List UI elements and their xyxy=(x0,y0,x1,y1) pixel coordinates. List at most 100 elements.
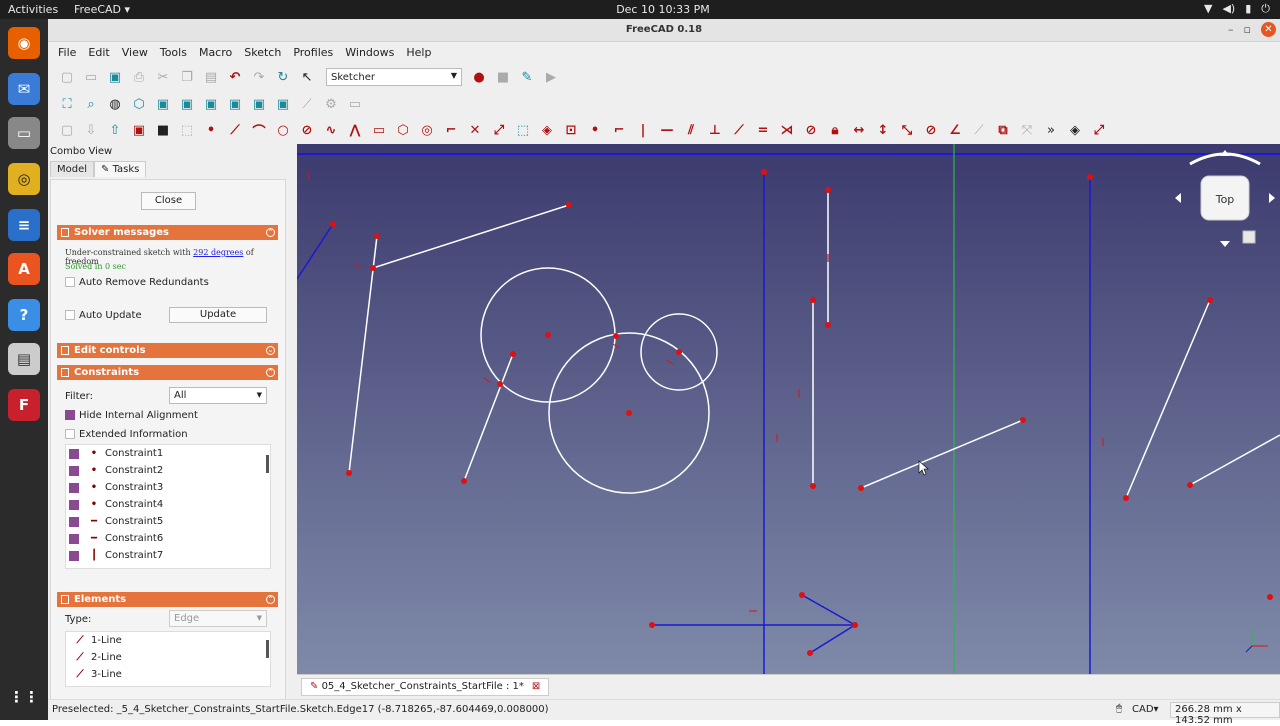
constraint-checkbox[interactable] xyxy=(69,533,79,544)
map-sketch-icon[interactable]: ■ xyxy=(152,119,174,141)
whats-this-icon[interactable]: ↖ xyxy=(296,66,318,88)
constrain-distance-icon[interactable]: ⤡ xyxy=(896,119,918,141)
extend-icon[interactable]: ⤢ xyxy=(488,119,510,141)
constraint-checkbox[interactable] xyxy=(69,465,79,476)
element-row[interactable]: ⟋ 1-Line xyxy=(66,632,270,649)
constraint-row[interactable]: ━ Constraint6 xyxy=(66,530,270,547)
constraint-row[interactable]: • Constraint1 xyxy=(66,445,270,462)
writer-icon[interactable]: ≡ xyxy=(8,209,40,241)
create-line-icon[interactable]: ⟋ xyxy=(224,119,246,141)
print-icon[interactable]: ⎙ xyxy=(128,66,150,88)
cut-icon[interactable]: ✂ xyxy=(152,66,174,88)
sketch-line[interactable] xyxy=(463,353,514,482)
fit-selection-icon[interactable]: ⌕ xyxy=(80,93,102,115)
create-slot-icon[interactable]: ◎ xyxy=(416,119,438,141)
menu-view[interactable]: View xyxy=(116,42,154,63)
constrain-lock-icon[interactable]: 🔒︎ xyxy=(824,119,846,141)
top-view-icon[interactable]: ▣ xyxy=(176,93,198,115)
create-circle-icon[interactable]: ○ xyxy=(272,119,294,141)
constrain-parallel-icon[interactable]: ⫽ xyxy=(680,119,702,141)
construction-line[interactable] xyxy=(801,594,856,626)
tab-model[interactable]: Model xyxy=(50,161,95,177)
refresh-icon[interactable]: ↻ xyxy=(272,66,294,88)
measure-icon[interactable]: ⟋ xyxy=(296,93,318,115)
text-editor-icon[interactable]: ▤ xyxy=(8,343,40,375)
front-view-icon[interactable]: ▣ xyxy=(152,93,174,115)
constrain-horizontal-distance-icon[interactable]: ↔ xyxy=(848,119,870,141)
show-apps-icon[interactable]: ⋮⋮ xyxy=(8,681,40,713)
fit-all-icon[interactable]: ⛶ xyxy=(56,93,78,115)
create-conic-icon[interactable]: ⊘ xyxy=(296,119,318,141)
arrow-down-icon[interactable] xyxy=(1220,241,1230,247)
rhythmbox-icon[interactable]: ◎ xyxy=(8,163,40,195)
thunderbird-icon[interactable]: ✉ xyxy=(8,73,40,105)
paste-icon[interactable]: ▤ xyxy=(200,66,222,88)
more-tools-icon[interactable]: » xyxy=(1040,119,1062,141)
solver-messages-header[interactable]: Solver messages ⌃ xyxy=(57,225,278,240)
close-button[interactable]: Close xyxy=(141,192,196,210)
carbon-copy-icon[interactable]: ◈ xyxy=(536,119,558,141)
collapse-icon[interactable]: ⌃ xyxy=(266,595,275,604)
element-row[interactable]: ⟋ 2-Line xyxy=(66,649,270,666)
part-icon[interactable]: ⚙ xyxy=(320,93,342,115)
auto-remove-checkbox[interactable]: Auto Remove Redundants xyxy=(65,277,209,288)
minimize-icon[interactable]: – xyxy=(1228,23,1234,36)
new-sketch-icon[interactable]: ▢ xyxy=(56,119,78,141)
elements-header[interactable]: Elements ⌃ xyxy=(57,592,278,607)
scrollbar[interactable] xyxy=(266,640,269,658)
hide-internal-checkbox[interactable]: Hide Internal Alignment xyxy=(65,410,198,421)
constrain-angle-icon[interactable]: ∠ xyxy=(944,119,966,141)
sketch-line[interactable] xyxy=(860,419,1024,489)
3d-viewport[interactable]: Top xyxy=(297,144,1280,674)
left-view-icon[interactable]: ▣ xyxy=(272,93,294,115)
constraint-row[interactable]: • Constraint3 xyxy=(66,479,270,496)
constrain-horizontal-icon[interactable]: — xyxy=(656,119,678,141)
view-sketch-icon[interactable]: ⇧ xyxy=(104,119,126,141)
menu-macro[interactable]: Macro xyxy=(193,42,238,63)
create-point-icon[interactable]: • xyxy=(200,119,222,141)
clock[interactable]: Dec 10 10:33 PM xyxy=(600,3,726,16)
save-icon[interactable]: ▣ xyxy=(104,66,126,88)
element-row[interactable]: ⟋ 3-Line xyxy=(66,666,270,683)
close-window-icon[interactable]: ✕ xyxy=(1261,22,1276,37)
create-arc-icon[interactable]: ⌒ xyxy=(248,119,270,141)
constraint-checkbox[interactable] xyxy=(69,482,79,493)
redo-icon[interactable]: ↷ xyxy=(248,66,270,88)
constrain-perpendicular-icon[interactable]: ⊥ xyxy=(704,119,726,141)
activate-constraint-icon[interactable]: ⤧ xyxy=(1016,119,1038,141)
sketch-canvas[interactable]: Top xyxy=(297,144,1280,674)
constraint-checkbox[interactable] xyxy=(69,448,79,459)
constrain-radius-icon[interactable]: ⊘ xyxy=(920,119,942,141)
app-menu[interactable]: FreeCAD ▾ xyxy=(74,3,130,16)
constrain-snell-icon[interactable]: ⟋ xyxy=(968,119,990,141)
type-select[interactable]: Edge ▼ xyxy=(169,610,267,627)
bspline-tools-icon[interactable]: ⤢ xyxy=(1088,119,1110,141)
filter-select[interactable]: All ▼ xyxy=(169,387,267,404)
sketch-line[interactable] xyxy=(1125,299,1211,499)
collapse-icon[interactable]: ⌃ xyxy=(266,228,275,237)
auto-update-checkbox[interactable]: Auto Update xyxy=(65,310,142,321)
trim-icon[interactable]: ✕ xyxy=(464,119,486,141)
menu-windows[interactable]: Windows xyxy=(339,42,400,63)
create-polyline-icon[interactable]: ⋀ xyxy=(344,119,366,141)
sketcher-tools-icon[interactable]: ◈ xyxy=(1064,119,1086,141)
record-macro-icon[interactable]: ● xyxy=(468,66,490,88)
menu-tools[interactable]: Tools xyxy=(154,42,193,63)
arrow-left-icon[interactable] xyxy=(1175,193,1181,203)
create-fillet-icon[interactable]: ⌐ xyxy=(440,119,462,141)
help-icon[interactable]: ? xyxy=(8,299,40,331)
menu-edit[interactable]: Edit xyxy=(82,42,115,63)
create-bspline-icon[interactable]: ∿ xyxy=(320,119,342,141)
construction-mode-icon[interactable]: ⊡ xyxy=(560,119,582,141)
constrain-vertical-distance-icon[interactable]: ↕ xyxy=(872,119,894,141)
leave-sketch-icon[interactable]: ⇩ xyxy=(80,119,102,141)
constraint-checkbox[interactable] xyxy=(69,499,79,510)
new-icon[interactable]: ▢ xyxy=(56,66,78,88)
menu-profiles[interactable]: Profiles xyxy=(287,42,339,63)
menu-sketch[interactable]: Sketch xyxy=(238,42,287,63)
maximize-icon[interactable]: ▫ xyxy=(1244,23,1251,36)
collapse-icon[interactable]: ⌃ xyxy=(266,368,275,377)
draw-style-icon[interactable]: ◍ xyxy=(104,93,126,115)
run-macro-icon[interactable]: ▶ xyxy=(540,66,562,88)
document-tab[interactable]: ✎ 05_4_Sketcher_Constraints_StartFile : … xyxy=(301,678,550,696)
